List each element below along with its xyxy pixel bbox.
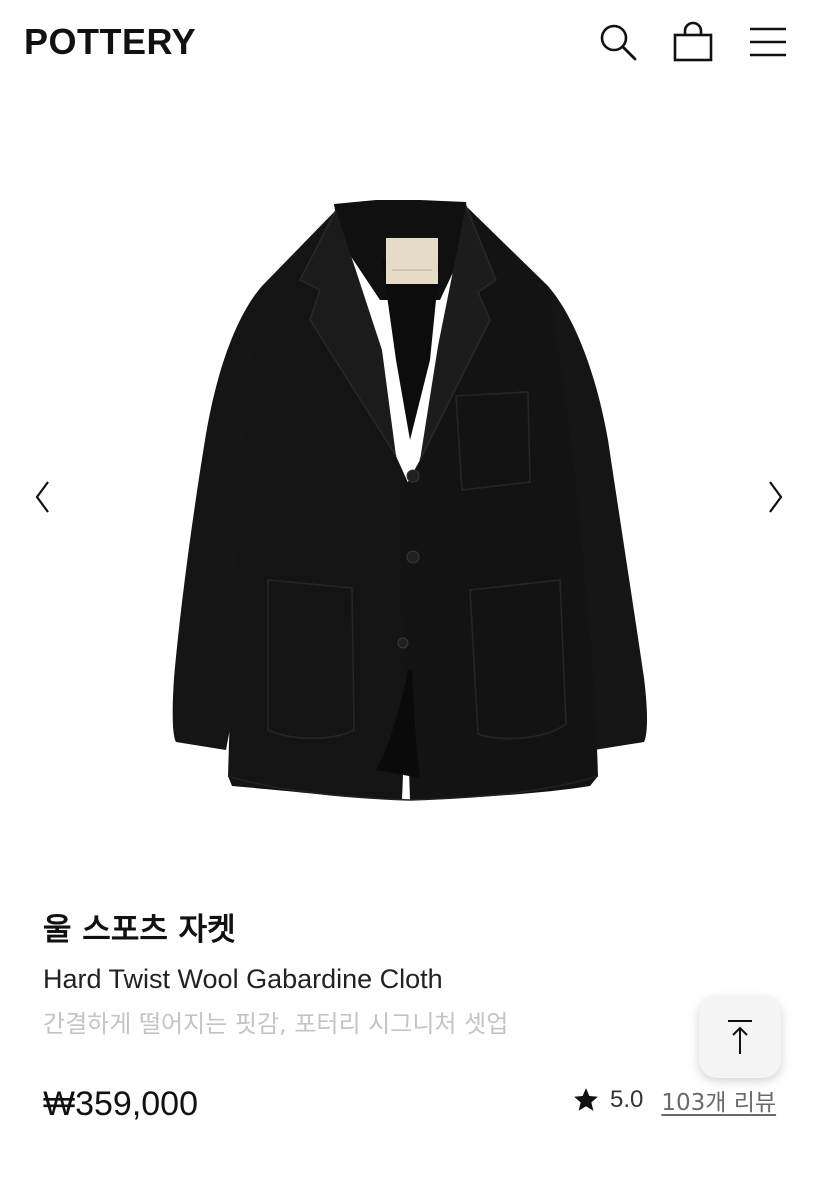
product-page: POTTERY 울 스포츠 자켓 Hard Twist Wool Gabardi… xyxy=(0,0,819,1200)
product-title: 울 스포츠 자켓 xyxy=(43,912,236,948)
chevron-left-icon xyxy=(35,481,49,513)
arrow-up-to-top-icon xyxy=(728,1020,752,1054)
menu-button[interactable] xyxy=(746,20,790,64)
product-price: ₩359,000 xyxy=(43,1085,198,1123)
product-subtitle: Hard Twist Wool Gabardine Cloth xyxy=(43,964,443,994)
menu-icon xyxy=(750,27,786,57)
product-description: 간결하게 떨어지는 핏감, 포터리 시그니처 셋업 xyxy=(43,1010,509,1038)
search-button[interactable] xyxy=(596,20,640,64)
scroll-to-top-button[interactable] xyxy=(699,996,781,1078)
star-icon xyxy=(572,1086,600,1114)
search-icon xyxy=(600,24,637,61)
rating-value: 5.0 xyxy=(610,1086,644,1113)
cart-button[interactable] xyxy=(671,20,715,64)
review-count-link[interactable]: 103개 리뷰 xyxy=(661,1083,776,1117)
gallery-next-button[interactable] xyxy=(756,472,796,522)
product-image xyxy=(172,200,647,801)
product-rating: 5.0 103개 리뷰 xyxy=(572,1080,776,1120)
bag-icon xyxy=(673,21,713,62)
gallery-prev-button[interactable] xyxy=(22,472,62,522)
chevron-right-icon xyxy=(769,481,783,513)
header: POTTERY xyxy=(0,0,819,88)
product-info: 울 스포츠 자켓 Hard Twist Wool Gabardine Cloth… xyxy=(43,908,783,1040)
logo[interactable]: POTTERY xyxy=(24,22,196,62)
product-gallery[interactable] xyxy=(0,110,819,890)
